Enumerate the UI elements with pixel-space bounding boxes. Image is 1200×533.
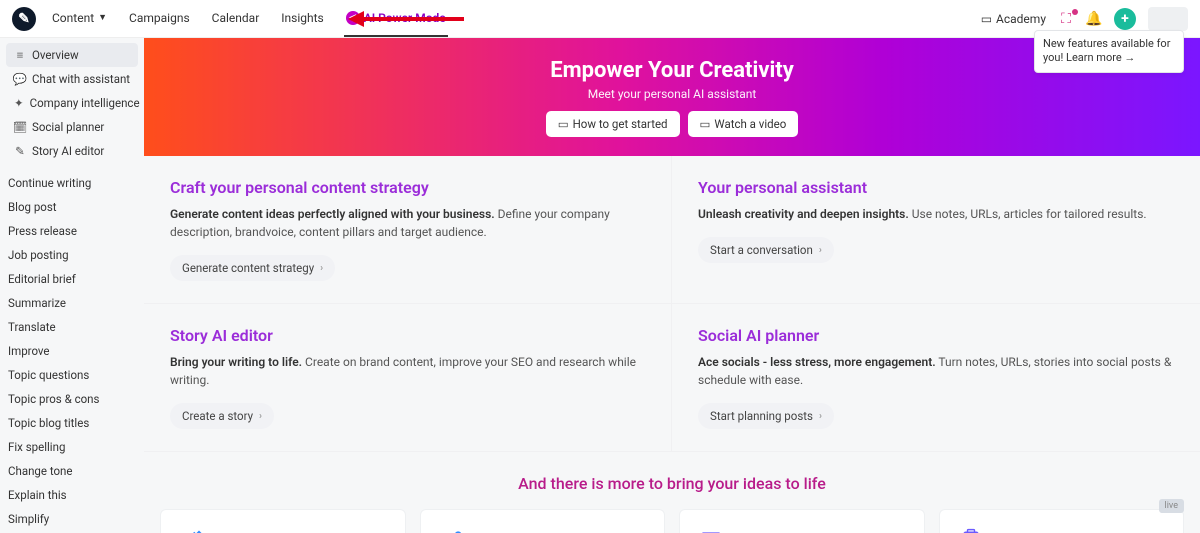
start-conversation-button[interactable]: Start a conversation› xyxy=(698,237,834,263)
hero-title: Empower Your Creativity xyxy=(550,58,794,83)
sidebar-item[interactable]: Translate xyxy=(6,315,138,339)
sidebar-item[interactable]: Editorial brief xyxy=(6,267,138,291)
sidebar-item[interactable]: Continue writing xyxy=(6,171,138,195)
card-job-posting[interactable]: Job posting Generate a job posting xyxy=(939,509,1185,533)
sidebar-item[interactable]: Topic questions xyxy=(6,363,138,387)
add-button[interactable]: + xyxy=(1114,8,1136,30)
calendar-icon: 🗓 xyxy=(14,120,26,134)
card-press-release[interactable]: Press release Generate a press release xyxy=(679,509,925,533)
nav-content[interactable]: Content▼ xyxy=(50,1,109,37)
chat-icon: 💬 xyxy=(14,72,26,86)
sidebar-item-social-planner[interactable]: 🗓Social planner xyxy=(6,115,138,139)
nav-calendar[interactable]: Calendar xyxy=(210,1,262,37)
sidebar-item[interactable]: Topic blog titles xyxy=(6,411,138,435)
topbar-right: ▭Academy ⛶ 🔔 + xyxy=(981,7,1188,31)
job-posting-icon xyxy=(956,526,986,533)
caret-down-icon: ▼ xyxy=(98,12,107,23)
more-section-title: And there is more to bring your ideas to… xyxy=(144,452,1200,509)
feature-title: Social AI planner xyxy=(698,326,1174,345)
nav-campaigns[interactable]: Campaigns xyxy=(127,1,192,37)
sidebar-item[interactable]: Topic pros & cons xyxy=(6,387,138,411)
live-tag: live xyxy=(1159,499,1184,513)
sparkle-icon: ✦ xyxy=(14,96,24,110)
template-cards: live Continue writing Let our assistant … xyxy=(144,509,1200,533)
sidebar-item[interactable]: Job posting xyxy=(6,243,138,267)
attention-arrow xyxy=(350,11,464,27)
book-icon: ▭ xyxy=(558,117,569,131)
feature-title: Your personal assistant xyxy=(698,178,1174,197)
feature-title: Craft your personal content strategy xyxy=(170,178,645,197)
sidebar-item[interactable]: Simplify xyxy=(6,507,138,531)
bell-icon[interactable]: 🔔 xyxy=(1086,11,1102,27)
sidebar-item[interactable]: Fix spelling xyxy=(6,435,138,459)
overview-icon: ≡ xyxy=(14,48,26,62)
main-content: Empower Your Creativity Meet your person… xyxy=(144,38,1200,533)
sidebar-item-overview[interactable]: ≡Overview xyxy=(6,43,138,67)
topbar: ✎ Content▼ Campaigns Calendar Insights A… xyxy=(0,0,1200,38)
watch-video-button[interactable]: ▭Watch a video xyxy=(688,111,799,137)
sidebar-secondary: Continue writing Blog post Press release… xyxy=(6,171,138,531)
nav-insights[interactable]: Insights xyxy=(279,1,325,37)
continue-writing-icon xyxy=(177,526,207,533)
sidebar-item[interactable]: Summarize xyxy=(6,291,138,315)
start-planning-button[interactable]: Start planning posts› xyxy=(698,403,834,429)
sidebar-item[interactable]: Improve xyxy=(6,339,138,363)
sidebar-item[interactable]: Blog post xyxy=(6,195,138,219)
press-release-icon xyxy=(696,526,726,533)
sidebar-item-chat[interactable]: 💬Chat with assistant xyxy=(6,67,138,91)
edit-icon: ✎ xyxy=(14,144,26,158)
generate-content-strategy-button[interactable]: Generate content strategy› xyxy=(170,255,335,281)
card-continue-writing[interactable]: Continue writing Let our assistant conti… xyxy=(160,509,406,533)
sidebar-item[interactable]: Change tone xyxy=(6,459,138,483)
sidebar-item-company-intelligence[interactable]: ✦Company intelligence xyxy=(6,91,138,115)
hero-subtitle: Meet your personal AI assistant xyxy=(588,87,757,101)
user-avatar[interactable] xyxy=(1148,7,1188,31)
feature-personal-assistant: Your personal assistant Unleash creativi… xyxy=(672,156,1200,303)
chevron-right-icon: › xyxy=(259,411,262,422)
app-logo[interactable]: ✎ xyxy=(12,7,36,31)
gift-icon[interactable]: ⛶ xyxy=(1058,11,1074,27)
feature-grid: Craft your personal content strategy Gen… xyxy=(144,156,1200,452)
feature-content-strategy: Craft your personal content strategy Gen… xyxy=(144,156,672,303)
monitor-icon: ▭ xyxy=(981,12,992,26)
feature-title: Story AI editor xyxy=(170,326,645,345)
new-features-notice[interactable]: New features available for you! Learn mo… xyxy=(1034,30,1184,73)
blog-post-icon xyxy=(437,526,467,533)
feature-social-planner: Social AI planner Ace socials - less str… xyxy=(672,303,1200,451)
video-icon: ▭ xyxy=(700,117,711,131)
chevron-right-icon: › xyxy=(819,411,822,422)
sidebar: ≡Overview 💬Chat with assistant ✦Company … xyxy=(0,38,144,533)
academy-link[interactable]: ▭Academy xyxy=(981,12,1046,26)
feature-story-editor: Story AI editor Bring your writing to li… xyxy=(144,303,672,451)
sidebar-item-story-editor[interactable]: ✎Story AI editor xyxy=(6,139,138,163)
create-story-button[interactable]: Create a story› xyxy=(170,403,274,429)
sidebar-item[interactable]: Explain this xyxy=(6,483,138,507)
sidebar-item[interactable]: Press release xyxy=(6,219,138,243)
chevron-right-icon: › xyxy=(819,245,822,256)
card-blog-post[interactable]: Blog post Generate a blog post xyxy=(420,509,666,533)
notification-dot xyxy=(1072,9,1078,15)
how-to-button[interactable]: ▭How to get started xyxy=(546,111,680,137)
chevron-right-icon: › xyxy=(320,263,323,274)
